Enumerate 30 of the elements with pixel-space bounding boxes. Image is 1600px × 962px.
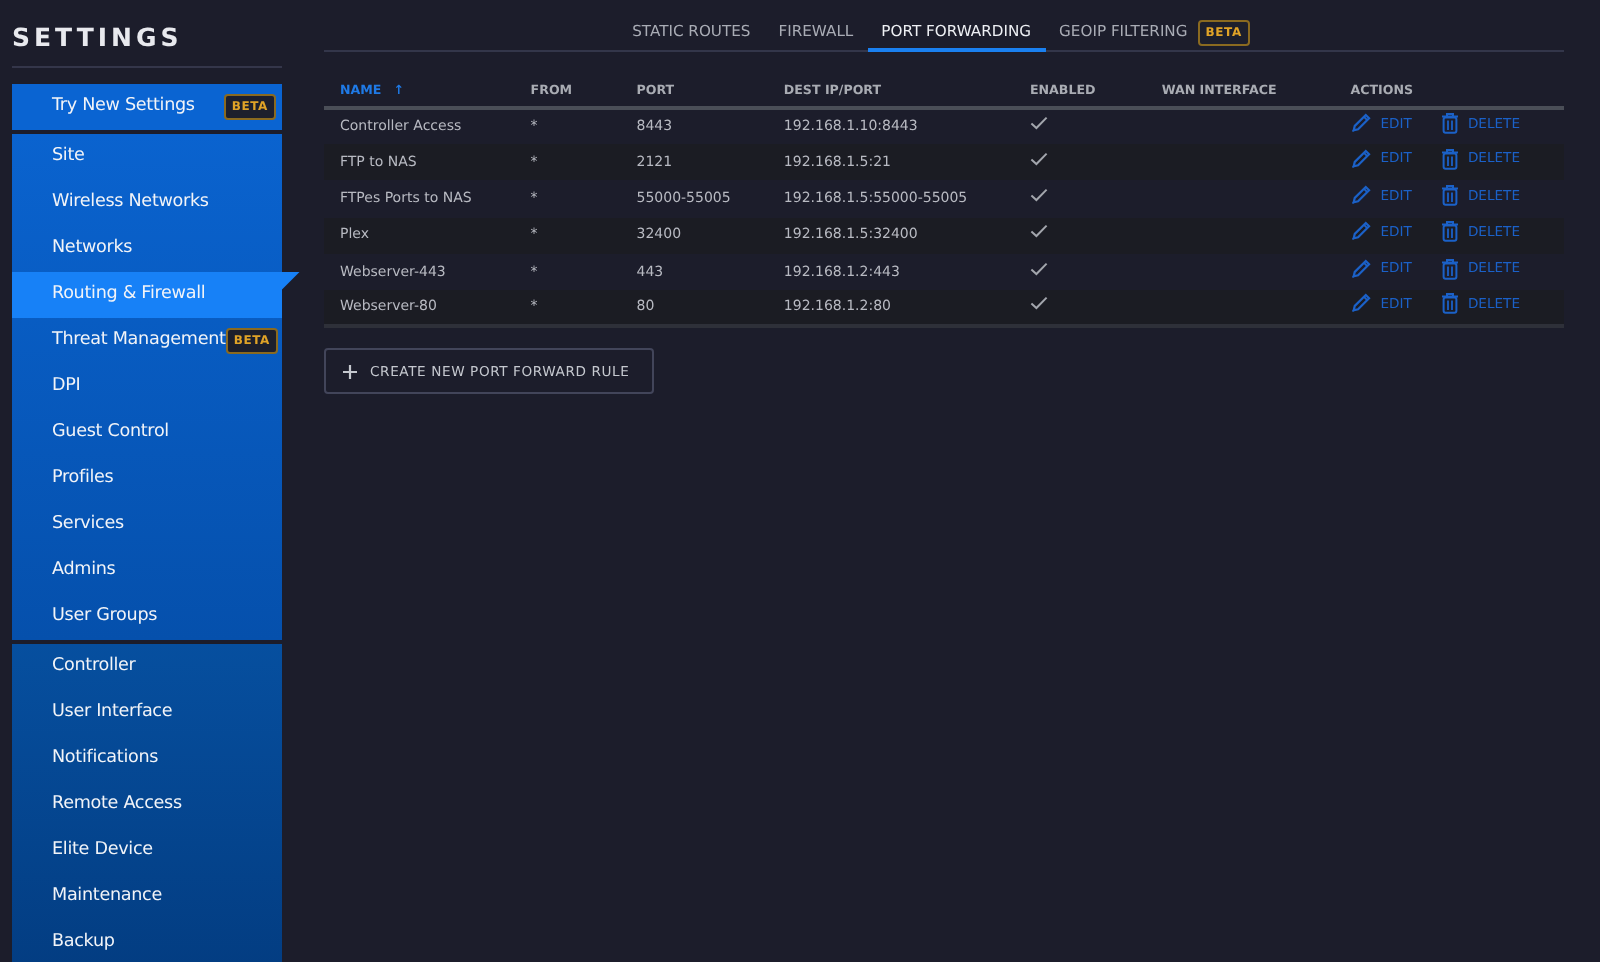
- settings-title: SETTINGS: [12, 20, 282, 68]
- sidebar-item[interactable]: Site: [12, 133, 282, 180]
- pencil-icon: [1350, 112, 1373, 135]
- pencil-icon: [1350, 220, 1373, 243]
- sidebar-item[interactable]: User Interface: [12, 689, 282, 736]
- sidebar-item[interactable]: User Groups: [12, 593, 282, 640]
- sidebar-item[interactable]: Notifications: [12, 735, 282, 782]
- sidebar-item[interactable]: Admins: [12, 547, 282, 594]
- sidebar-item[interactable]: Profiles: [12, 455, 282, 502]
- sidebar-item[interactable]: Guest Control: [12, 409, 282, 456]
- pencil-icon: [1350, 184, 1373, 207]
- trash-icon: [1439, 220, 1460, 243]
- sidebar-item[interactable]: Services: [12, 501, 282, 548]
- trash-icon: [1439, 148, 1460, 171]
- sidebar-item[interactable]: Backup: [12, 919, 282, 962]
- pencil-icon: [1350, 292, 1373, 315]
- sidebar-item[interactable]: Maintenance: [12, 873, 282, 920]
- sidebar-item[interactable]: DPI: [12, 363, 282, 410]
- sidebar-item[interactable]: Remote Access: [12, 781, 282, 828]
- sidebar-item[interactable]: Elite Device: [12, 827, 282, 874]
- sidebar-item[interactable]: Networks: [12, 225, 282, 272]
- trash-icon: [1439, 257, 1460, 280]
- pencil-icon: [1350, 257, 1373, 280]
- trash-icon: [1439, 112, 1460, 135]
- plus-icon: [342, 363, 358, 380]
- trash-icon: [1439, 292, 1460, 315]
- pencil-icon: [1350, 148, 1373, 171]
- trash-icon: [1439, 184, 1460, 207]
- sidebar-item[interactable]: Wireless Networks: [12, 179, 282, 226]
- sidebar-item[interactable]: Controller: [12, 643, 282, 690]
